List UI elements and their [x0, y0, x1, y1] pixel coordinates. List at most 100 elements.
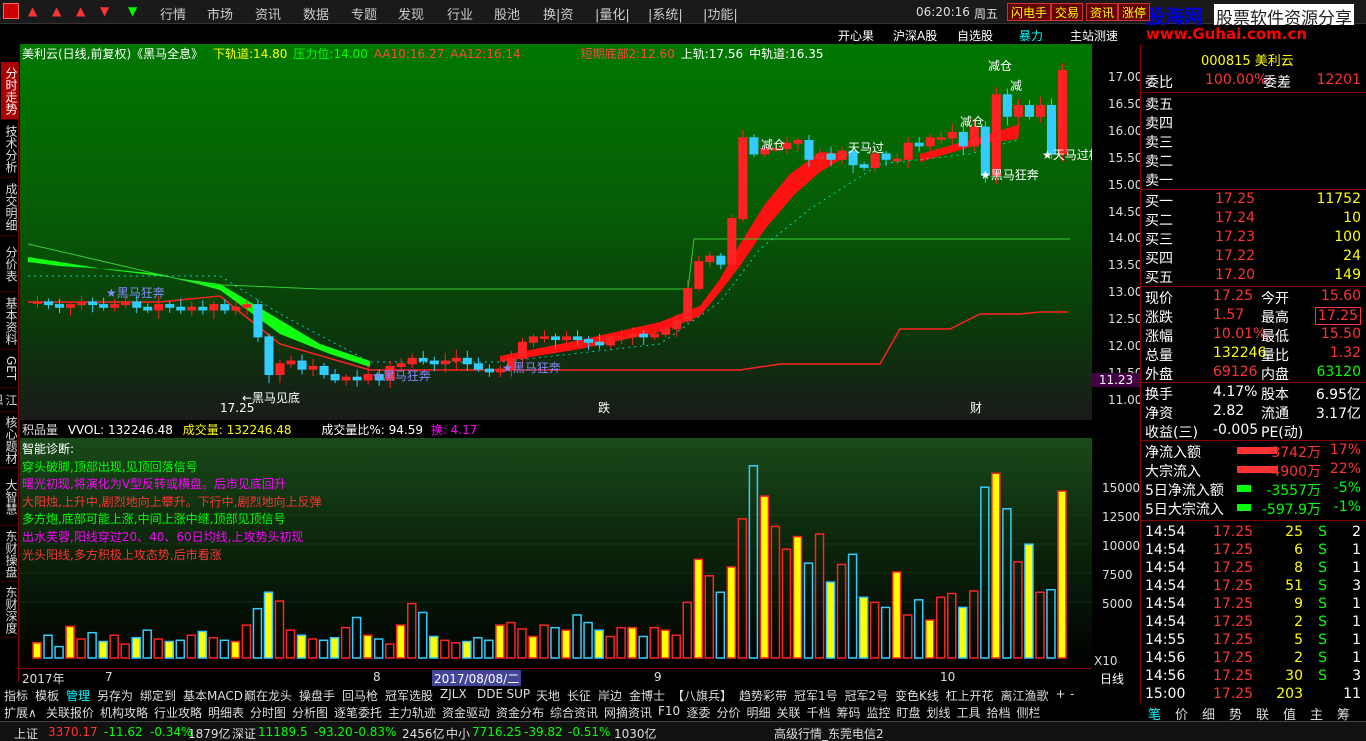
toolbar-button[interactable]: 关联: [777, 704, 801, 721]
toolbar-button[interactable]: 盯盘: [897, 704, 921, 721]
left-tab[interactable]: 成交明细: [1, 178, 18, 236]
index-quote-item[interactable]: -0.83%: [354, 725, 396, 739]
toolbar-button[interactable]: 关联报价: [46, 704, 94, 721]
toolbar-button[interactable]: 分析图: [292, 704, 328, 721]
toolbar-button[interactable]: 扩展∧: [4, 704, 37, 721]
subbar-item[interactable]: 沪深A股: [893, 27, 937, 44]
bid-level[interactable]: 买一 17.25 11752: [1145, 191, 1365, 210]
ask-level[interactable]: 卖四: [1145, 113, 1365, 132]
toolbar-button[interactable]: 逐笔委托: [334, 704, 382, 721]
up-arrow-icon[interactable]: ▲: [52, 4, 61, 18]
menu-item[interactable]: |系统|: [648, 4, 683, 23]
index-quote-item[interactable]: 3370.17: [48, 725, 98, 739]
index-quote-item[interactable]: -11.62: [104, 725, 143, 739]
ask-level[interactable]: 卖二: [1145, 151, 1365, 170]
subbar-item[interactable]: 开心果: [838, 27, 874, 44]
quote-tab[interactable]: 势: [1229, 704, 1242, 723]
left-tab[interactable]: 技术分析: [1, 120, 18, 178]
toolbar-button[interactable]: DDE: [477, 687, 503, 701]
toolbar-button[interactable]: 拾档: [987, 704, 1011, 721]
index-quote-item[interactable]: -0.34%: [150, 725, 192, 739]
toolbar-button[interactable]: 操盘手: [299, 687, 335, 704]
menu-item[interactable]: 资讯: [255, 4, 281, 23]
toolbar-button[interactable]: 管理: [66, 687, 90, 704]
toolbar-button[interactable]: 金博士: [629, 687, 665, 704]
toolbar-button[interactable]: 离江渔歌: [1001, 687, 1049, 704]
left-tab[interactable]: 核心题材: [1, 412, 18, 468]
kline-chart-panel[interactable]: ★黑马狂奔★黑马狂奔★黑马狂奔★黑马狂奔★天马过桥天马过减仓减仓减减仓17.25…: [20, 44, 1101, 420]
menu-item[interactable]: 股池: [494, 4, 520, 23]
quote-tab[interactable]: 值: [1283, 704, 1296, 723]
bid-level[interactable]: 买二 17.24 10: [1145, 210, 1365, 229]
period-label[interactable]: 日线: [1100, 670, 1124, 687]
up-arrow-icon[interactable]: ▲: [28, 4, 37, 18]
left-tab[interactable]: 东财深度: [1, 582, 18, 638]
left-tab[interactable]: 分价表: [1, 236, 18, 292]
quote-tab[interactable]: 细: [1202, 704, 1215, 723]
quote-tab[interactable]: 主: [1310, 704, 1323, 723]
toolbar-button[interactable]: 岸边: [598, 687, 622, 704]
index-quote-item[interactable]: 1879亿: [188, 725, 231, 741]
toolbar-button[interactable]: 【八旗兵】: [672, 687, 732, 704]
top-tab[interactable]: 涨停: [1118, 3, 1151, 21]
toolbar-button[interactable]: 回马枪: [342, 687, 378, 704]
toolbar-button[interactable]: 资金分布: [496, 704, 544, 721]
toolbar-button[interactable]: 行业攻略: [154, 704, 202, 721]
ask-level[interactable]: 卖五: [1145, 94, 1365, 113]
toolbar-button[interactable]: 巅在龙头: [244, 687, 292, 704]
index-quote-item[interactable]: 深证: [232, 725, 256, 741]
quote-tab[interactable]: 联: [1256, 704, 1269, 723]
up-arrow-icon[interactable]: ▲: [76, 4, 85, 18]
index-quote-item[interactable]: 上证: [14, 725, 38, 741]
toolbar-button[interactable]: 监控: [867, 704, 891, 721]
toolbar-button[interactable]: 变色K线: [895, 687, 939, 704]
toolbar-button[interactable]: -: [1070, 687, 1074, 701]
index-quote-item[interactable]: 1030亿: [614, 725, 657, 741]
index-quote-item[interactable]: -93.20: [314, 725, 353, 739]
subbar-item[interactable]: 暴力: [1019, 27, 1043, 44]
toolbar-button[interactable]: ZJLX: [440, 687, 467, 701]
toolbar-button[interactable]: 杠上开花: [946, 687, 994, 704]
toolbar-button[interactable]: 千档: [807, 704, 831, 721]
toolbar-button[interactable]: 另存为: [97, 687, 133, 704]
toolbar-button[interactable]: F10: [658, 704, 680, 718]
down-arrow-icon[interactable]: ▼: [128, 4, 137, 18]
menu-item[interactable]: 换|资: [543, 4, 573, 23]
toolbar-button[interactable]: 分价: [717, 704, 741, 721]
left-tab[interactable]: 基本资料: [1, 292, 18, 350]
toolbar-button[interactable]: 模板: [35, 687, 59, 704]
top-tab[interactable]: 交易: [1051, 3, 1084, 21]
quote-tab[interactable]: 笔: [1148, 704, 1161, 723]
ask-level[interactable]: 卖一: [1145, 170, 1365, 189]
index-quote-item[interactable]: 2456亿: [402, 725, 445, 741]
index-quote-item[interactable]: 11189.5: [258, 725, 308, 739]
toolbar-button[interactable]: 指标: [4, 687, 28, 704]
index-quote-item[interactable]: 中小: [446, 725, 470, 741]
quote-tab[interactable]: 筹: [1337, 704, 1350, 723]
toolbar-button[interactable]: 冠军选股: [385, 687, 433, 704]
toolbar-button[interactable]: 明细表: [208, 704, 244, 721]
down-arrow-icon[interactable]: ▼: [100, 4, 109, 18]
top-tab[interactable]: 闪电手: [1007, 3, 1052, 21]
left-tab[interactable]: 江恩: [0, 388, 18, 412]
toolbar-button[interactable]: 天地: [536, 687, 560, 704]
menu-item[interactable]: 行业: [447, 4, 473, 23]
bid-level[interactable]: 买三 17.23 100: [1145, 229, 1365, 248]
bid-level[interactable]: 买四 17.22 24: [1145, 248, 1365, 267]
left-tab[interactable]: 东财操盘: [1, 526, 18, 582]
menu-item[interactable]: 行情: [160, 4, 186, 23]
menu-item[interactable]: 市场: [207, 4, 233, 23]
toolbar-button[interactable]: 长征: [567, 687, 591, 704]
toolbar-button[interactable]: 趋势彩带: [739, 687, 787, 704]
toolbar-button[interactable]: 明细: [747, 704, 771, 721]
menu-item[interactable]: |功能|: [703, 4, 738, 23]
menu-item[interactable]: 专题: [351, 4, 377, 23]
left-tab[interactable]: GET: [1, 350, 18, 388]
menu-item[interactable]: 数据: [303, 4, 329, 23]
toolbar-button[interactable]: 划线: [927, 704, 951, 721]
toolbar-button[interactable]: +: [1056, 687, 1066, 701]
toolbar-button[interactable]: 绑定到: [140, 687, 176, 704]
menu-item[interactable]: 发现: [398, 4, 424, 23]
toolbar-button[interactable]: 工具: [957, 704, 981, 721]
index-quote-item[interactable]: -39.82: [524, 725, 563, 739]
